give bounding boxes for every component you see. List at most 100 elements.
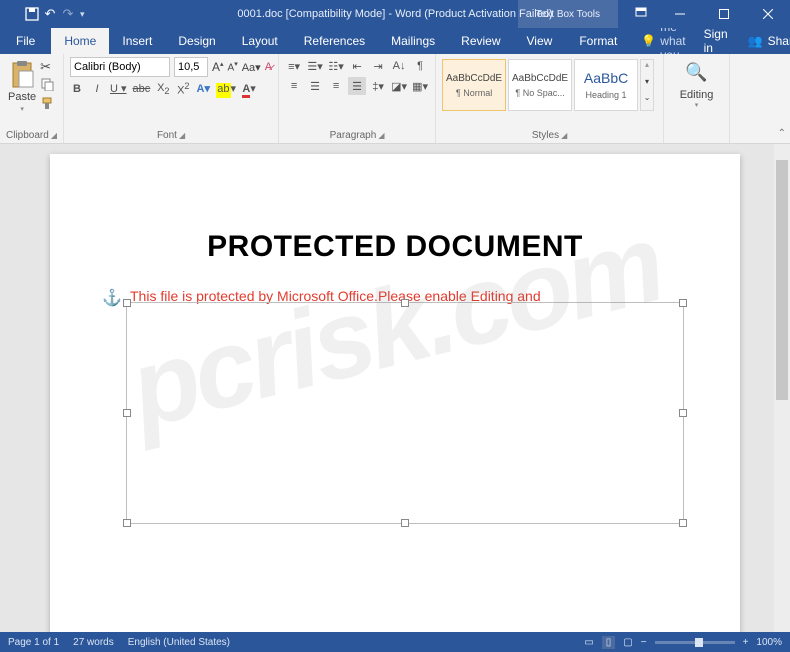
resize-handle-w[interactable]	[123, 409, 131, 417]
align-left-icon[interactable]: ≡	[285, 77, 303, 95]
text-effects-icon[interactable]: A▾	[196, 82, 210, 95]
editing-label[interactable]: Editing	[680, 89, 714, 101]
clipboard-icon	[9, 59, 35, 89]
font-dialog-launcher[interactable]: ◢	[179, 131, 185, 140]
tab-view[interactable]: View	[514, 28, 566, 54]
align-center-icon[interactable]: ☰	[306, 77, 324, 95]
superscript-button[interactable]: X2	[176, 81, 190, 97]
tab-review[interactable]: Review	[448, 28, 513, 54]
tab-format[interactable]: Format	[565, 28, 631, 54]
zoom-slider-thumb[interactable]	[695, 638, 703, 647]
shading-icon[interactable]: ◪▾	[390, 77, 408, 95]
show-marks-icon[interactable]: ¶	[411, 57, 429, 75]
maximize-button[interactable]	[702, 0, 746, 28]
tab-mailings[interactable]: Mailings	[378, 28, 448, 54]
font-color-icon[interactable]: A▾	[242, 82, 256, 95]
zoom-out-button[interactable]: −	[641, 637, 647, 648]
qat-customize-icon[interactable]: ▾	[78, 9, 87, 20]
ribbon-options-icon[interactable]	[624, 6, 658, 23]
paste-label: Paste	[8, 91, 36, 103]
close-button[interactable]	[746, 0, 790, 28]
word-count[interactable]: 27 words	[73, 637, 114, 648]
resize-handle-nw[interactable]	[123, 299, 131, 307]
font-name-combo[interactable]	[70, 57, 170, 77]
style-name: ¶ Normal	[456, 88, 492, 98]
tab-layout[interactable]: Layout	[229, 28, 291, 54]
outdent-icon[interactable]: ⇤	[348, 57, 366, 75]
print-layout-icon[interactable]: ▯	[602, 636, 616, 649]
share-button[interactable]: 👥Share	[736, 34, 790, 48]
clipboard-dialog-launcher[interactable]: ◢	[51, 131, 57, 140]
language-indicator[interactable]: English (United States)	[128, 637, 230, 648]
bullets-icon[interactable]: ≡▾	[285, 57, 303, 75]
shrink-font-icon[interactable]: A▾	[228, 60, 238, 73]
styles-dialog-launcher[interactable]: ◢	[561, 131, 567, 140]
undo-icon[interactable]: ↶	[42, 6, 58, 22]
styles-group-label: Styles	[532, 130, 559, 141]
subscript-button[interactable]: X2	[156, 82, 170, 96]
resize-handle-s[interactable]	[401, 519, 409, 527]
vertical-scrollbar[interactable]	[774, 144, 790, 632]
line-spacing-icon[interactable]: ‡▾	[369, 77, 387, 95]
numbering-icon[interactable]: ☰▾	[306, 57, 324, 75]
minimize-button[interactable]	[658, 0, 702, 28]
textbox-selection[interactable]	[126, 302, 684, 524]
cut-icon[interactable]: ✂	[40, 59, 54, 75]
paste-button[interactable]: Paste ▾	[6, 57, 38, 113]
font-size-combo[interactable]	[174, 57, 208, 77]
save-icon[interactable]	[24, 6, 40, 22]
page[interactable]: PROTECTED DOCUMENT ⚓ This file is protec…	[50, 154, 740, 632]
clipboard-group-label: Clipboard	[6, 130, 49, 141]
page-indicator[interactable]: Page 1 of 1	[8, 637, 59, 648]
clear-format-icon[interactable]: A̷	[265, 61, 272, 73]
titlebar: ↶ ↷ ▾ 0001.doc [Compatibility Mode] - Wo…	[0, 0, 790, 28]
borders-icon[interactable]: ▦▾	[411, 77, 429, 95]
format-painter-icon[interactable]	[40, 96, 54, 113]
sort-icon[interactable]: A↓	[390, 57, 408, 75]
read-mode-icon[interactable]: ▭	[584, 637, 593, 648]
tab-design[interactable]: Design	[165, 28, 228, 54]
align-right-icon[interactable]: ≡	[327, 77, 345, 95]
tab-insert[interactable]: Insert	[109, 28, 165, 54]
styles-up-icon[interactable]: ▴	[641, 60, 653, 77]
scrollbar-thumb[interactable]	[776, 160, 788, 400]
styles-more-icon[interactable]: ⌄	[641, 93, 653, 110]
resize-handle-ne[interactable]	[679, 299, 687, 307]
collapse-ribbon-icon[interactable]: ⌃	[778, 128, 786, 139]
web-layout-icon[interactable]: ▢	[623, 637, 632, 648]
zoom-slider[interactable]	[655, 641, 735, 644]
multilevel-icon[interactable]: ☷▾	[327, 57, 345, 75]
resize-handle-n[interactable]	[401, 299, 409, 307]
highlight-icon[interactable]: ab▾	[216, 82, 236, 95]
grow-font-icon[interactable]: A▴	[212, 60, 224, 74]
tab-references[interactable]: References	[291, 28, 378, 54]
style-normal[interactable]: AaBbCcDdE¶ Normal	[442, 59, 506, 111]
anchor-icon[interactable]: ⚓	[102, 288, 122, 308]
copy-icon[interactable]	[40, 77, 54, 94]
resize-handle-e[interactable]	[679, 409, 687, 417]
find-icon[interactable]: 🔍	[685, 62, 707, 83]
indent-icon[interactable]: ⇥	[369, 57, 387, 75]
change-case-icon[interactable]: Aa▾	[242, 61, 261, 74]
strike-button[interactable]: abc	[133, 83, 151, 95]
sign-in-link[interactable]: Sign in	[696, 28, 736, 54]
document-area[interactable]: PROTECTED DOCUMENT ⚓ This file is protec…	[0, 144, 790, 632]
zoom-in-button[interactable]: +	[743, 637, 749, 648]
bold-button[interactable]: B	[70, 83, 84, 95]
justify-icon[interactable]: ☰	[348, 77, 366, 95]
redo-icon[interactable]: ↷	[60, 6, 76, 22]
word-app-icon	[6, 6, 22, 22]
tab-home[interactable]: Home	[51, 28, 109, 54]
styles-down-icon[interactable]: ▾	[641, 77, 653, 94]
resize-handle-sw[interactable]	[123, 519, 131, 527]
style-nospacing[interactable]: AaBbCcDdE¶ No Spac...	[508, 59, 572, 111]
resize-handle-se[interactable]	[679, 519, 687, 527]
italic-button[interactable]: I	[90, 83, 104, 95]
zoom-level[interactable]: 100%	[756, 637, 782, 648]
style-heading1[interactable]: AaBbCHeading 1	[574, 59, 638, 111]
style-name: ¶ No Spac...	[515, 88, 564, 98]
ribbon-tabs: File Home Insert Design Layout Reference…	[0, 28, 790, 54]
tab-file[interactable]: File	[0, 28, 51, 54]
underline-button[interactable]: U ▾	[110, 82, 127, 95]
paragraph-dialog-launcher[interactable]: ◢	[378, 131, 384, 140]
